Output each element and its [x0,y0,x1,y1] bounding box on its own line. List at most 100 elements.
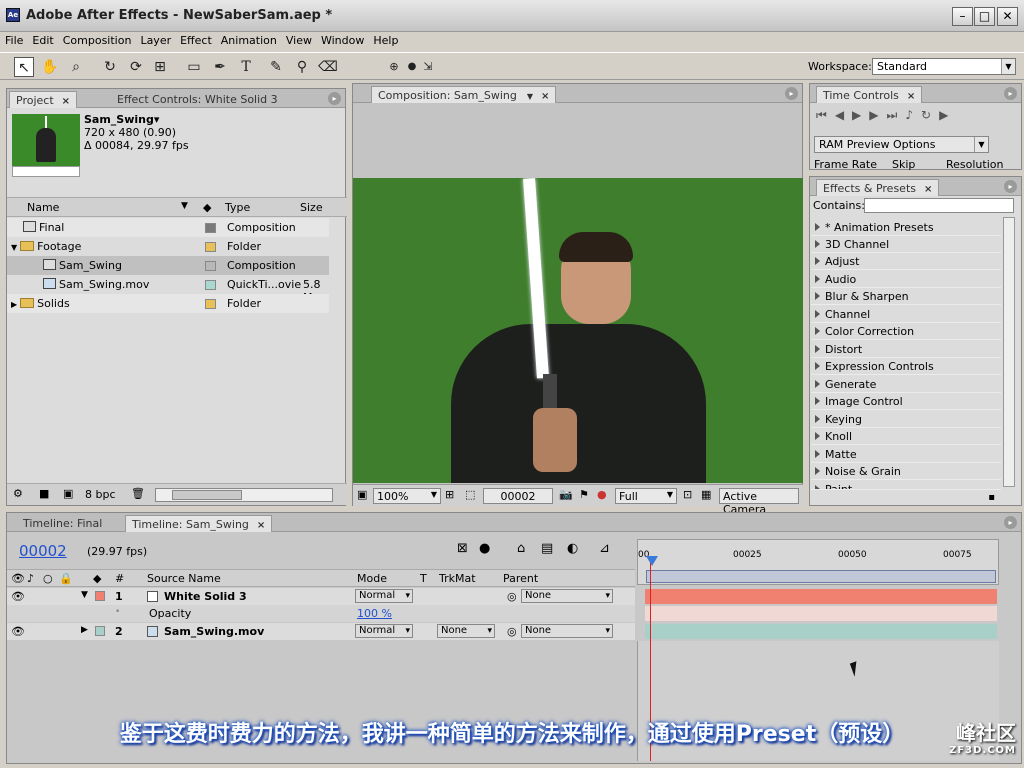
effect-category[interactable]: Keying [811,411,1001,428]
transparency-grid-icon[interactable]: ▦ [701,488,711,501]
ram-preview-icon[interactable]: ▶ [939,108,956,122]
parent-select[interactable]: None [521,624,613,638]
collapse-arrow-icon[interactable]: ▼ [81,590,88,600]
layer-name[interactable]: Sam_Swing.mov [164,625,264,638]
always-preview-icon[interactable]: ▣ [357,488,367,501]
show-snapshot-icon[interactable]: ⚑ [579,488,589,501]
item-name[interactable]: Sam_Swing▾ [84,113,189,126]
ram-preview-select[interactable]: RAM Preview Options ▼ [814,136,989,153]
panel-menu-icon[interactable]: ▸ [1004,180,1017,193]
mode-select[interactable]: Normal [355,624,413,638]
label-swatch[interactable] [205,223,216,233]
lock-icon[interactable]: 🔒 [59,572,73,585]
project-item-final[interactable]: Final Composition [7,218,329,237]
last-frame-icon[interactable]: ⏭ [887,108,906,122]
collapse-arrow-icon[interactable]: ▶ [11,300,17,309]
tab-project[interactable]: Project × [9,91,78,108]
scroll-thumb[interactable] [172,490,242,500]
trkmat-select[interactable]: None [437,624,495,638]
zoom-tool-icon[interactable]: ⌕ [66,57,86,77]
solo-icon[interactable]: ○ [43,572,53,585]
effects-search-input[interactable] [864,198,1014,213]
new-composition-icon[interactable]: ▣ [63,487,73,500]
next-frame-icon[interactable]: ▶ [869,108,886,122]
menu-view[interactable]: View [281,32,316,47]
horizontal-scrollbar[interactable] [155,488,333,502]
menu-edit[interactable]: Edit [27,32,57,47]
clone-stamp-tool-icon[interactable]: ⚲ [292,57,312,77]
panel-menu-icon[interactable]: ▸ [1004,87,1017,100]
interpret-footage-icon[interactable]: ⚙ [13,487,23,500]
expand-arrow-icon[interactable]: ▶ [81,625,88,635]
current-time-indicator[interactable] [646,556,658,566]
frame-blending-icon[interactable]: ▤ [541,541,553,556]
pick-whip-icon[interactable]: ◎ [507,590,517,603]
live-update-icon[interactable]: ● [479,541,490,556]
close-icon[interactable]: × [541,91,549,102]
composition-viewer[interactable] [353,178,803,483]
column-source-name[interactable]: Source Name [147,572,221,585]
opacity-track[interactable] [645,606,997,621]
channel-rgb-icon[interactable]: ● [597,488,607,501]
effect-category[interactable]: Expression Controls [811,358,1001,375]
layer-row-white-solid-3[interactable]: 👁 ▼ 1 White Solid 3 Normal ◎ None [7,588,635,605]
loop-icon[interactable]: ↻ [921,108,939,122]
effect-category[interactable]: Image Control [811,393,1001,410]
mask-visibility-icon[interactable]: ⬚ [465,488,475,501]
effect-category[interactable]: Paint [811,481,1001,490]
new-item-icon[interactable]: ▪ [988,492,995,503]
selection-tool-icon[interactable]: ↖ [14,57,34,77]
maximize-button[interactable]: □ [974,7,995,26]
current-timecode[interactable]: 00002 [19,542,67,560]
audio-icon[interactable]: ♪ [27,572,34,585]
eraser-tool-icon[interactable]: ⌫ [318,57,338,77]
label-swatch[interactable] [205,261,216,271]
pan-behind-tool-icon[interactable]: ⊞ [150,57,170,77]
motion-blur-icon[interactable]: ◐ [567,541,578,556]
tab-timeline-sam-swing[interactable]: Timeline: Sam_Swing × [125,515,273,532]
effect-category[interactable]: 3D Channel [811,236,1001,253]
zoom-select[interactable]: 100% ▼ [373,488,441,504]
mode-select[interactable]: Normal [355,589,413,603]
bpc-label[interactable]: 8 bpc [85,488,116,501]
parent-select[interactable]: None [521,589,613,603]
project-item-footage[interactable]: ▼ Footage Folder [7,237,329,256]
menu-effect[interactable]: Effect [175,32,216,47]
trash-icon[interactable]: 🗑 [131,487,145,500]
work-area-bar[interactable] [646,570,996,583]
effect-category[interactable]: Adjust [811,253,1001,270]
graph-editor-icon[interactable]: ⊿ [599,541,610,556]
effect-category[interactable]: Matte [811,446,1001,463]
menu-composition[interactable]: Composition [58,32,136,47]
label-swatch[interactable] [205,242,216,252]
tab-effects-presets[interactable]: Effects & Presets × [816,179,940,196]
column-name[interactable]: Name [27,201,59,214]
audio-icon[interactable]: ♪ [905,108,921,122]
first-frame-icon[interactable]: ⏮ [816,108,835,122]
column-size[interactable]: Size [300,201,323,214]
brush-tool-icon[interactable]: ✎ [266,57,286,77]
tab-timeline-final[interactable]: Timeline: Final [17,515,108,532]
layer-bar-sam-swing-mov[interactable] [645,624,997,639]
menu-layer[interactable]: Layer [135,32,175,47]
label-swatch[interactable] [205,280,216,290]
play-icon[interactable]: ▶ [852,108,869,122]
pick-whip-icon[interactable]: ◎ [507,625,517,638]
effect-category[interactable]: Knoll [811,428,1001,445]
tab-effect-controls[interactable]: Effect Controls: White Solid 3 [111,91,284,108]
chevron-down-icon[interactable]: ▼ [527,92,533,101]
effect-category[interactable]: Audio [811,271,1001,288]
rectangle-mask-tool-icon[interactable]: ▭ [184,57,204,77]
new-folder-icon[interactable]: ■ [39,487,49,500]
effect-category[interactable]: Noise & Grain [811,463,1001,480]
close-button[interactable]: ✕ [997,7,1018,26]
effect-category[interactable]: Blur & Sharpen [811,288,1001,305]
composition-mini-flowchart-icon[interactable]: ⊠ [457,541,468,556]
layer-row-sam-swing-mov[interactable]: 👁 ▶ 2 Sam_Swing.mov Normal None ◎ None [7,623,635,640]
workspace-select[interactable]: Standard ▼ [872,58,1016,75]
current-frame-field[interactable]: 00002 [483,488,553,504]
camera-select[interactable]: Active Camera [719,488,799,516]
close-icon[interactable]: × [257,520,265,531]
effect-category[interactable]: Generate [811,376,1001,393]
opacity-value[interactable]: 100 % [357,607,392,620]
